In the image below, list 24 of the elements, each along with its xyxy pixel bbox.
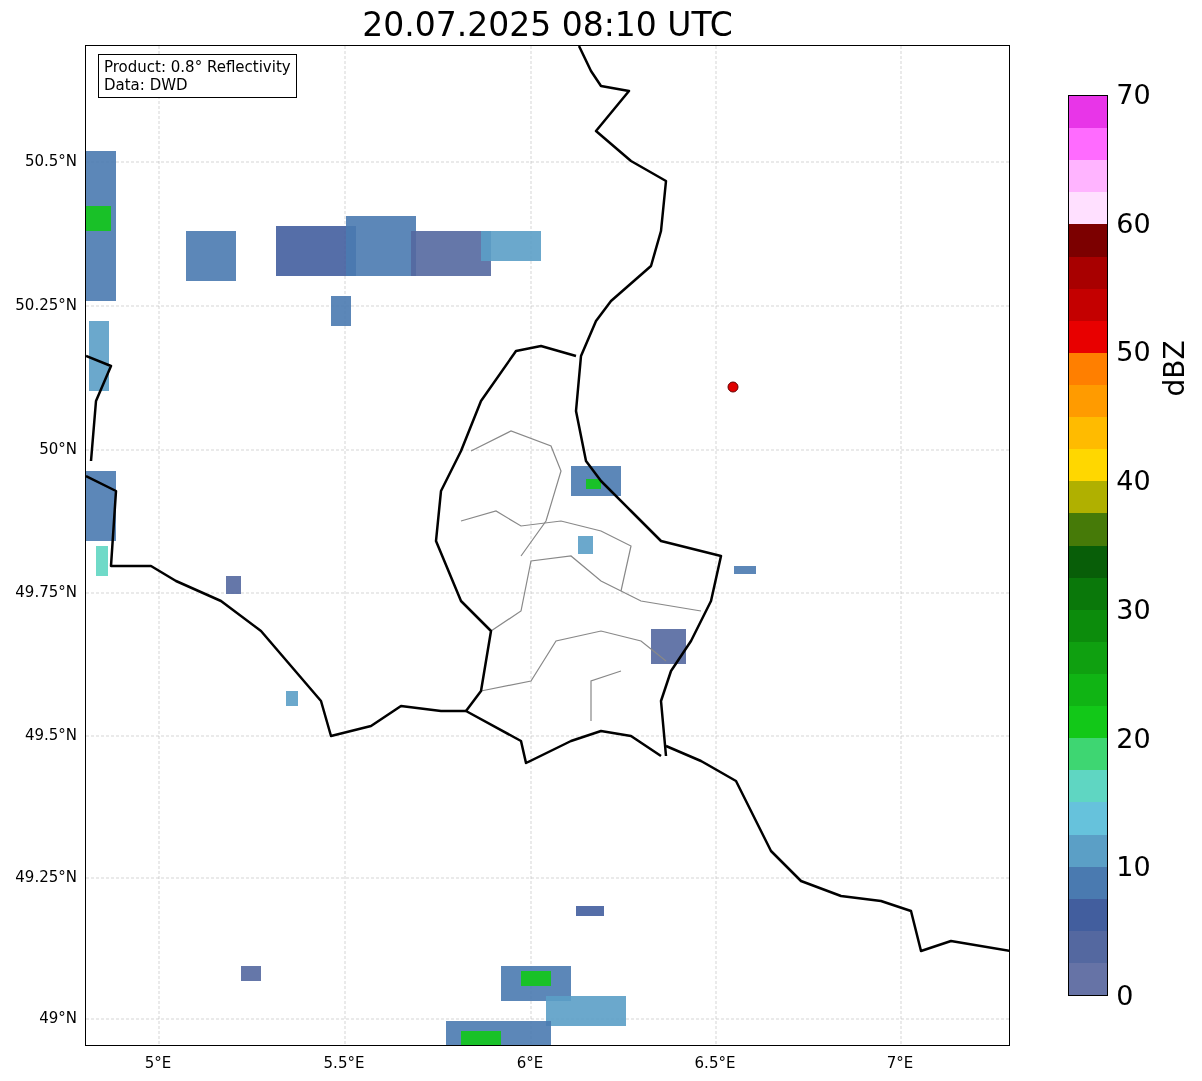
longitude-label: 5°E bbox=[144, 1054, 172, 1072]
latitude-label: 49.25°N bbox=[15, 868, 77, 886]
colorbar-tick-label: 40 bbox=[1116, 466, 1151, 497]
longitude-label: 6.5°E bbox=[694, 1054, 736, 1072]
colorbar-tick-label: 70 bbox=[1116, 80, 1151, 110]
colorbar-tick-label: 0 bbox=[1116, 981, 1134, 1011]
latitude-label: 50°N bbox=[39, 440, 77, 458]
latitude-label: 49.5°N bbox=[24, 726, 77, 744]
colorbar-tick-label: 50 bbox=[1116, 337, 1151, 368]
longitude-label: 5.5°E bbox=[323, 1054, 365, 1072]
colorbar-tick-label: 30 bbox=[1116, 594, 1151, 625]
info-text: Product: 0.8° Reflectivity bbox=[104, 58, 291, 76]
longitude-label: 6°E bbox=[516, 1054, 544, 1072]
colorbar-tick-label: 20 bbox=[1116, 723, 1151, 754]
info-text: Data: DWD bbox=[104, 76, 189, 94]
chart-title: 20.07.2025 08:10 UTC bbox=[361, 4, 734, 45]
latitude-label: 50.5°N bbox=[24, 152, 77, 170]
latitude-label: 49°N bbox=[39, 1009, 77, 1027]
latitude-label: 50.25°N bbox=[15, 296, 77, 314]
colorbar-tick-label: 10 bbox=[1116, 852, 1151, 883]
longitude-label: 7°E bbox=[886, 1054, 914, 1072]
latitude-label: 49.75°N bbox=[15, 583, 77, 601]
colorbar-label: dBZ bbox=[1157, 339, 1191, 397]
colorbar-tick-label: 60 bbox=[1116, 208, 1151, 239]
